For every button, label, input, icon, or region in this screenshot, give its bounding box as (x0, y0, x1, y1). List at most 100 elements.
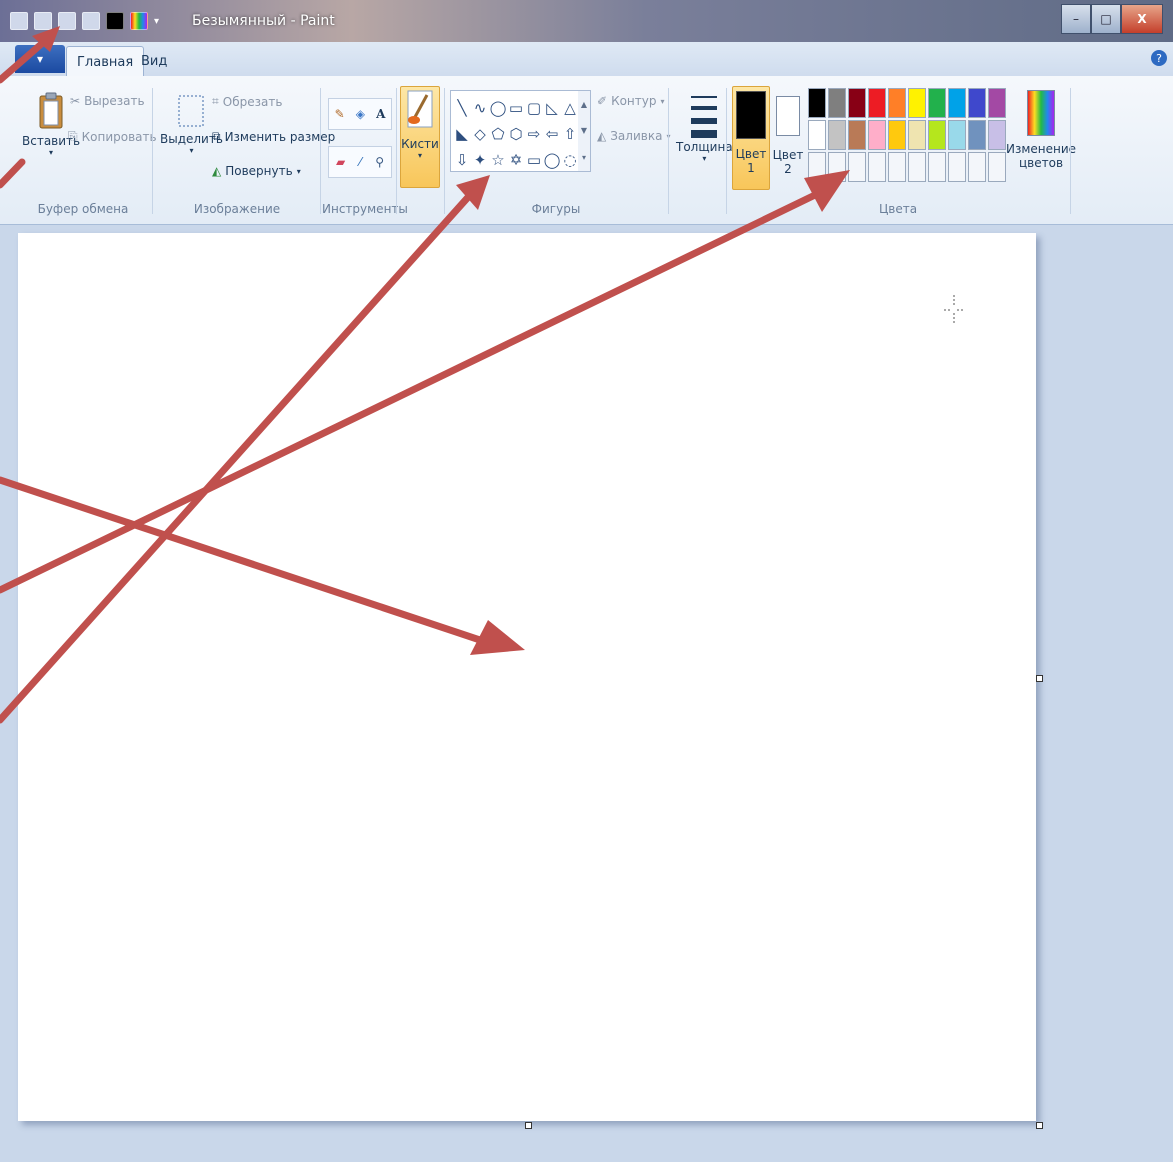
palette-swatch[interactable] (808, 88, 826, 118)
rotate-label: Повернуть (225, 164, 293, 178)
outline-dropdown-icon: ▾ (660, 96, 665, 106)
fill-button[interactable]: ◭ Заливка ▾ (597, 129, 670, 143)
rotate-dropdown-icon: ▾ (296, 166, 301, 176)
custom-color-slot[interactable] (908, 152, 926, 182)
resize-handle-bottom[interactable] (525, 1122, 532, 1129)
custom-color-slot[interactable] (868, 152, 886, 182)
drawing-canvas[interactable] (18, 233, 1036, 1121)
shape-option[interactable]: ☆ (489, 147, 507, 173)
custom-color-slot[interactable] (828, 152, 846, 182)
palette-swatch[interactable] (928, 88, 946, 118)
brushes-button[interactable]: Кисти ▾ (400, 86, 440, 188)
shape-option[interactable]: ▭ (507, 95, 525, 121)
edit-colors-button[interactable]: Изменение цветов (1006, 90, 1076, 170)
palette-swatch[interactable] (808, 120, 826, 150)
shape-option[interactable]: △ (561, 95, 579, 121)
palette-swatch[interactable] (888, 88, 906, 118)
palette-swatch[interactable] (828, 120, 846, 150)
color-picker-icon[interactable] (130, 12, 148, 30)
shape-option[interactable]: ◺ (543, 95, 561, 121)
brush-icon (407, 90, 433, 128)
color1-button[interactable]: Цвет 1 (732, 86, 770, 190)
palette-swatch[interactable] (948, 88, 966, 118)
paint-window: ▾ Безымянный - Paint – □ X ▾ Главная Вид… (0, 0, 1173, 1162)
custom-color-slot[interactable] (808, 152, 826, 182)
rotate-button[interactable]: ◭ Повернуть ▾ (212, 164, 301, 178)
scroll-down-icon[interactable]: ▼ (581, 126, 587, 135)
colors-group-label: Цвета (878, 202, 918, 216)
custom-color-slot[interactable] (888, 152, 906, 182)
custom-color-slot[interactable] (928, 152, 946, 182)
shape-option[interactable]: ⇦ (543, 121, 561, 147)
text-tool-icon[interactable]: A (376, 107, 385, 121)
shape-option[interactable]: ⇨ (525, 121, 543, 147)
custom-color-slot[interactable] (948, 152, 966, 182)
palette-swatch[interactable] (908, 120, 926, 150)
custom-color-slot[interactable] (968, 152, 986, 182)
palette-swatch[interactable] (988, 88, 1006, 118)
pencil-icon[interactable]: ✎ (335, 107, 345, 121)
maximize-button[interactable]: □ (1091, 4, 1121, 34)
shape-option[interactable]: ◯ (489, 95, 507, 121)
shape-option[interactable]: ◣ (453, 121, 471, 147)
palette-swatch[interactable] (968, 88, 986, 118)
shape-option[interactable]: ⇧ (561, 121, 579, 147)
file-menu-button[interactable]: ▾ (15, 45, 65, 73)
palette-swatch[interactable] (968, 120, 986, 150)
palette-swatch[interactable] (948, 120, 966, 150)
color2-button[interactable]: Цвет 2 (772, 88, 804, 176)
expand-gallery-icon[interactable]: ▾ (582, 153, 586, 162)
custom-color-slot[interactable] (988, 152, 1006, 182)
shape-option[interactable]: ⇩ (453, 147, 471, 173)
palette-swatch[interactable] (928, 120, 946, 150)
resize-handle-right[interactable] (1036, 675, 1043, 682)
shape-option[interactable]: ▢ (525, 95, 543, 121)
resize-handle-corner[interactable] (1036, 1122, 1043, 1129)
paint-app-icon[interactable] (10, 12, 28, 30)
palette-swatch[interactable] (848, 88, 866, 118)
magnifier-icon[interactable]: ⚲ (375, 155, 384, 169)
save-icon[interactable] (34, 12, 52, 30)
resize-button[interactable]: ⧉ Изменить размер (212, 129, 335, 144)
eraser-icon[interactable]: ▰ (336, 155, 345, 169)
palette-swatch[interactable] (848, 120, 866, 150)
close-button[interactable]: X (1121, 4, 1163, 34)
shape-option[interactable]: ✦ (471, 147, 489, 173)
shape-option[interactable]: ╲ (453, 95, 471, 121)
redo-icon[interactable] (82, 12, 100, 30)
color1-swatch-icon[interactable] (106, 12, 124, 30)
fill-bucket-icon[interactable]: ◈ (356, 107, 365, 121)
crop-button[interactable]: ⌗ Обрезать (212, 94, 282, 109)
palette-swatch[interactable] (868, 88, 886, 118)
scroll-up-icon[interactable]: ▲ (581, 100, 587, 109)
cut-button[interactable]: ✂ Вырезать (70, 94, 145, 108)
window-controls: – □ X (1061, 4, 1163, 34)
group-divider (1070, 88, 1071, 214)
size-button[interactable]: Толщина ▾ (676, 90, 733, 163)
shape-option[interactable]: ✡ (507, 147, 525, 173)
customize-dropdown-icon[interactable]: ▾ (154, 16, 159, 27)
shape-option[interactable]: ⬠ (489, 121, 507, 147)
shape-option[interactable]: ▭ (525, 147, 543, 173)
shape-option[interactable]: ◇ (471, 121, 489, 147)
rotate-icon: ◭ (212, 164, 222, 178)
help-icon[interactable]: ? (1151, 50, 1167, 66)
tab-view[interactable]: Вид (131, 46, 177, 76)
palette-swatch[interactable] (868, 120, 886, 150)
copy-button[interactable]: ⎘ Копировать (68, 129, 157, 144)
minimize-button[interactable]: – (1061, 4, 1091, 34)
shape-option[interactable]: ◌ (561, 147, 579, 173)
palette-swatch[interactable] (908, 88, 926, 118)
custom-color-slot[interactable] (848, 152, 866, 182)
shape-option[interactable]: ∿ (471, 95, 489, 121)
color-picker-tool-icon[interactable]: ⁄ (359, 155, 361, 169)
shape-option[interactable]: ◯ (543, 147, 561, 173)
outline-pen-icon: ✐ (597, 94, 608, 108)
palette-swatch[interactable] (888, 120, 906, 150)
palette-swatch[interactable] (828, 88, 846, 118)
palette-swatch[interactable] (988, 120, 1006, 150)
outline-button[interactable]: ✐ Контур ▾ (597, 94, 665, 108)
shape-option[interactable]: ⬡ (507, 121, 525, 147)
undo-icon[interactable] (58, 12, 76, 30)
shapes-scrollbar[interactable]: ▲ ▼ ▾ (578, 90, 591, 172)
